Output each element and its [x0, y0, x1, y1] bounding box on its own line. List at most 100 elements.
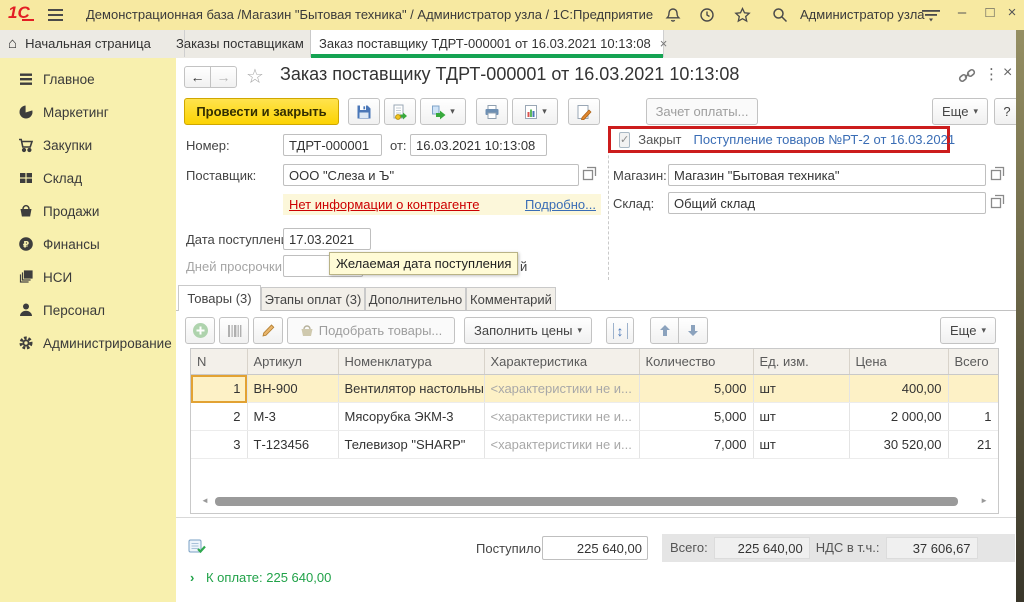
details-link[interactable]: Подробно...	[525, 197, 596, 212]
tab-payment-stages[interactable]: Этапы оплат (3)	[261, 287, 365, 310]
table-cell[interactable]: Вентилятор настольный	[338, 375, 484, 403]
search-icon[interactable]	[771, 6, 789, 24]
horizontal-scrollbar-thumb[interactable]	[215, 497, 958, 506]
tab-supplier-order[interactable]: Заказ поставщику ТДРТ-000001 от 16.03.20…	[310, 30, 664, 57]
sidebar-item-main[interactable]: Главное	[0, 64, 176, 94]
items-more-button[interactable]: Еще ▾	[940, 317, 996, 344]
scroll-left-arrow[interactable]: ◄	[201, 496, 209, 505]
number-field[interactable]	[283, 134, 382, 156]
open-warehouse-icon[interactable]	[990, 194, 1008, 212]
tab-supplier-orders-list[interactable]: Заказы поставщикам ×	[168, 30, 327, 57]
open-supplier-icon[interactable]	[582, 166, 600, 184]
scroll-right-arrow[interactable]: ►	[980, 496, 988, 505]
table-cell[interactable]: 30 520,00	[849, 431, 948, 459]
table-cell[interactable]: 2 000,00	[849, 403, 948, 431]
column-header[interactable]: Характеристика	[484, 349, 639, 375]
table-cell[interactable]: 3	[191, 431, 247, 459]
post-and-close-button[interactable]: Провести и закрыть	[184, 98, 339, 125]
table-cell[interactable]: Мясорубка ЭКМ-3	[338, 403, 484, 431]
tab-home[interactable]: ⌂ Начальная страница	[0, 30, 185, 57]
service-menu-icon[interactable]	[922, 6, 940, 24]
current-user-label[interactable]: Администратор узла	[800, 7, 925, 22]
sidebar-item-marketing[interactable]: Маркетинг	[0, 97, 176, 127]
close-tab-icon[interactable]: ×	[660, 36, 668, 51]
to-pay-link[interactable]: К оплате: 225 640,00	[206, 570, 331, 585]
table-cell[interactable]: <характеристики не и...	[484, 403, 639, 431]
table-cell[interactable]: 5,000	[639, 403, 753, 431]
column-header[interactable]: Количество	[639, 349, 753, 375]
back-button[interactable]: ←	[184, 66, 211, 88]
print-button[interactable]	[476, 98, 508, 125]
column-header[interactable]: Ед. изм.	[753, 349, 849, 375]
close-form-icon[interactable]: ×	[1003, 64, 1012, 82]
table-row[interactable]: 1ВН-900Вентилятор настольный<характерист…	[191, 375, 998, 403]
favorite-star-icon[interactable]: ☆	[246, 64, 264, 89]
reports-button[interactable]: ▾	[512, 98, 558, 125]
move-down-button[interactable]	[679, 317, 708, 344]
table-cell[interactable]: М-3	[247, 403, 338, 431]
closed-checkbox[interactable]: ✓	[619, 132, 630, 148]
table-cell[interactable]: шт	[753, 403, 849, 431]
supplier-field[interactable]	[283, 164, 579, 186]
sidebar-item-administration[interactable]: Администрирование	[0, 328, 176, 358]
store-field[interactable]	[668, 164, 986, 186]
receipt-date-field[interactable]	[283, 228, 371, 250]
table-cell[interactable]: 400,00	[849, 375, 948, 403]
table-cell[interactable]: шт	[753, 431, 849, 459]
column-header[interactable]: Артикул	[247, 349, 338, 375]
minimize-button[interactable]: –	[952, 4, 972, 21]
table-cell[interactable]: <характеристики не и...	[484, 375, 639, 403]
create-based-on-button[interactable]: ▾	[420, 98, 466, 125]
fill-prices-button[interactable]: Заполнить цены ▾	[464, 317, 592, 344]
column-header[interactable]: Номенклатура	[338, 349, 484, 375]
favorites-star-icon[interactable]	[733, 6, 751, 24]
close-window-button[interactable]: ×	[1002, 4, 1022, 21]
payment-offset-button[interactable]: Зачет оплаты...	[646, 98, 758, 125]
tab-additional[interactable]: Дополнительно	[365, 287, 466, 310]
table-cell[interactable]: шт	[753, 375, 849, 403]
sidebar-item-purchases[interactable]: Закупки	[0, 130, 176, 160]
expand-chevron-icon[interactable]: ›	[190, 570, 194, 585]
forward-button[interactable]: →	[210, 66, 237, 88]
add-row-button[interactable]	[185, 317, 215, 344]
get-link-icon[interactable]	[958, 68, 976, 87]
history-icon[interactable]	[698, 6, 716, 24]
move-up-button[interactable]	[650, 317, 679, 344]
post-document-button[interactable]	[384, 98, 416, 125]
main-menu-icon[interactable]	[46, 6, 64, 24]
kebab-menu-icon[interactable]: ⋮	[984, 65, 999, 83]
open-store-icon[interactable]	[990, 166, 1008, 184]
table-cell[interactable]: Телевизор "SHARP"	[338, 431, 484, 459]
maximize-button[interactable]: □	[980, 4, 1000, 21]
table-cell[interactable]: ВН-900	[247, 375, 338, 403]
table-cell[interactable]: 1	[191, 375, 247, 403]
table-cell[interactable]: 2	[191, 403, 247, 431]
pick-goods-button[interactable]: Подобрать товары...	[287, 317, 455, 344]
edit-button[interactable]	[568, 98, 600, 125]
sidebar-item-nsi[interactable]: НСИ	[0, 262, 176, 292]
sidebar-item-sales[interactable]: Продажи	[0, 196, 176, 226]
edit-row-button[interactable]	[253, 317, 283, 344]
column-header[interactable]: Всего	[948, 349, 998, 375]
goods-receipt-link[interactable]: Поступление товаров №РТ-2 от 16.03.2021	[694, 132, 956, 147]
table-cell[interactable]: 1	[948, 403, 998, 431]
sidebar-item-warehouse[interactable]: Склад	[0, 163, 176, 193]
received-field[interactable]	[542, 536, 648, 560]
table-cell[interactable]: 7,000	[639, 431, 753, 459]
table-row[interactable]: 3Т-123456Телевизор "SHARP"<характеристик…	[191, 431, 998, 459]
counterparty-warning-text[interactable]: Нет информации о контрагенте	[289, 197, 480, 212]
barcode-scan-button[interactable]	[219, 317, 249, 344]
table-row[interactable]: 2М-3Мясорубка ЭКМ-3<характеристики не и.…	[191, 403, 998, 431]
table-cell[interactable]: 21	[948, 431, 998, 459]
warehouse-field[interactable]	[668, 192, 986, 214]
expand-rows-button[interactable]: ↕	[606, 317, 634, 344]
table-cell[interactable]: Т-123456	[247, 431, 338, 459]
table-cell[interactable]: <характеристики не и...	[484, 431, 639, 459]
more-button[interactable]: Еще▾	[932, 98, 988, 125]
sidebar-item-finance[interactable]: ₽ Финансы	[0, 229, 176, 259]
column-header[interactable]: Цена	[849, 349, 948, 375]
table-cell[interactable]	[948, 375, 998, 403]
column-header[interactable]: N	[191, 349, 247, 375]
date-field[interactable]	[410, 134, 547, 156]
posted-document-icon[interactable]	[188, 538, 206, 558]
